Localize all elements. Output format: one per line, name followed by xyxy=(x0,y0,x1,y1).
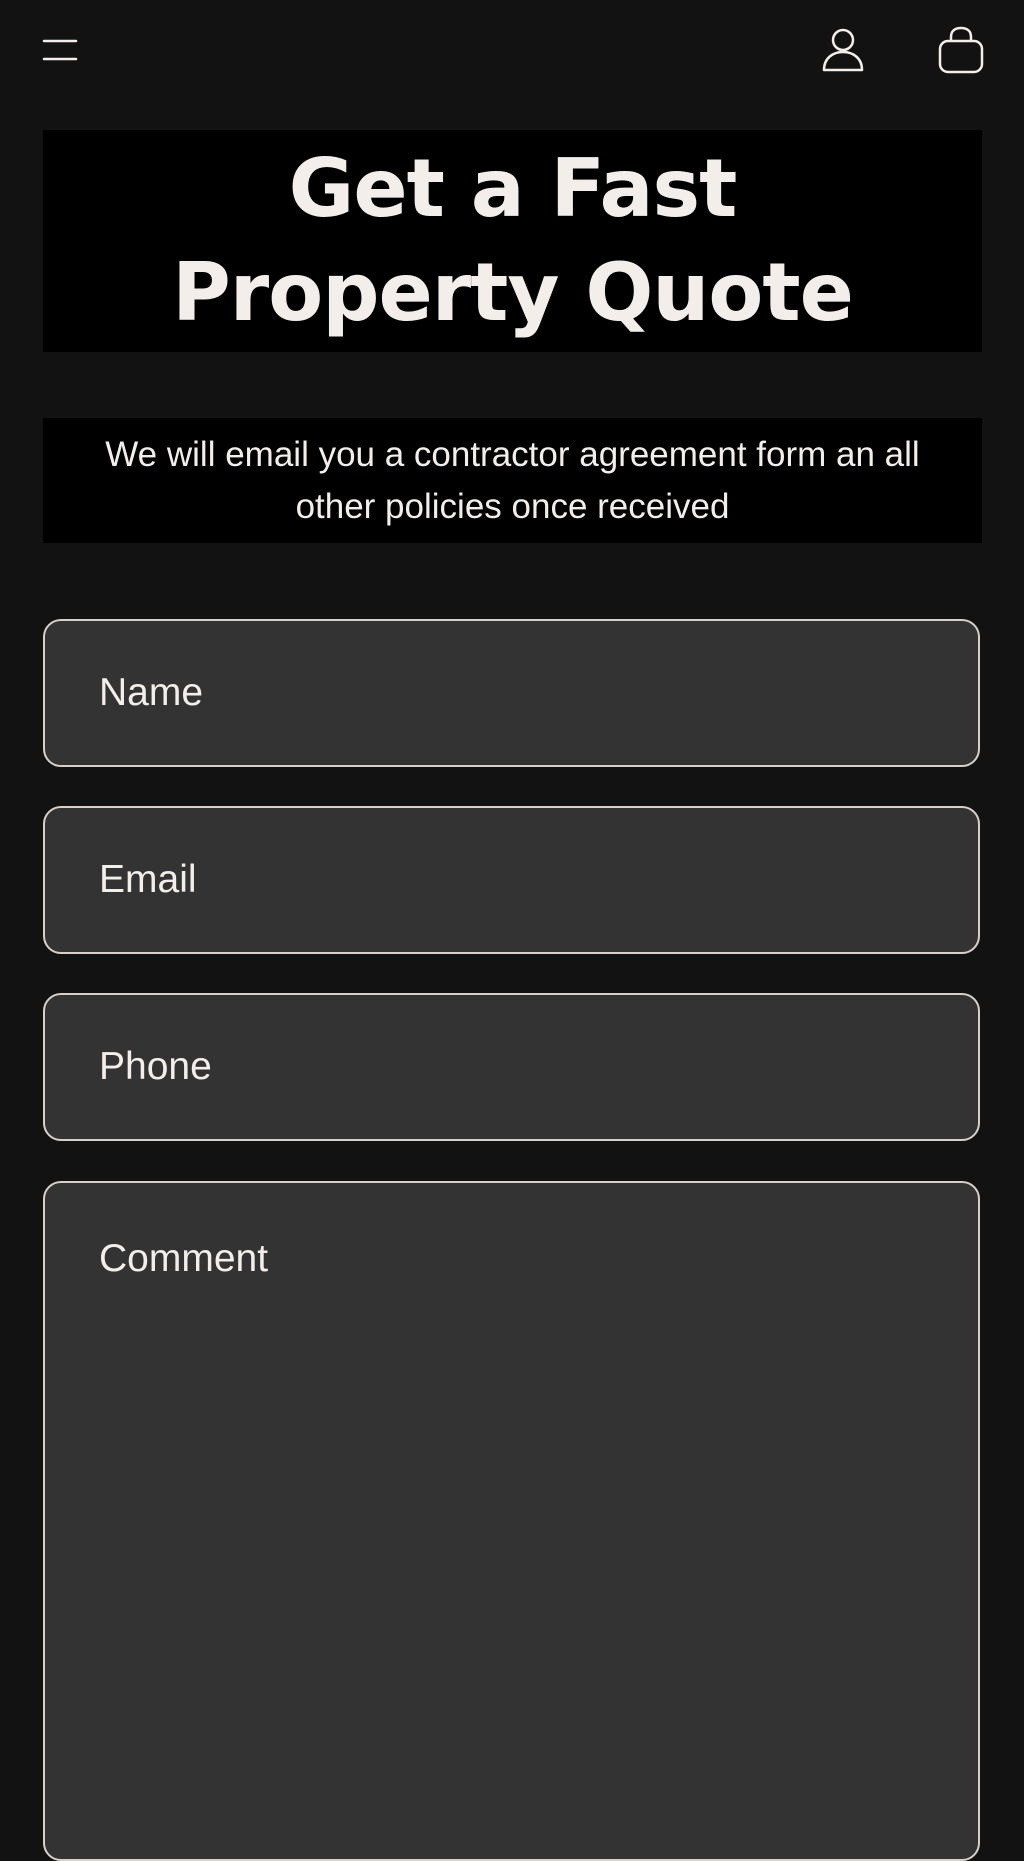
shopping-bag-icon xyxy=(938,26,984,74)
hero-title-banner: Get a Fast Property Quote xyxy=(43,130,982,352)
user-account-icon xyxy=(822,28,864,72)
menu-button[interactable] xyxy=(30,25,90,75)
account-button[interactable] xyxy=(812,20,874,80)
site-header xyxy=(0,0,1024,100)
phone-input[interactable] xyxy=(43,993,980,1141)
cart-button[interactable] xyxy=(930,20,992,80)
page-subtitle: We will email you a contractor agreement… xyxy=(105,434,920,526)
name-input[interactable] xyxy=(43,619,980,767)
comment-textarea[interactable] xyxy=(43,1181,980,1861)
email-input[interactable] xyxy=(43,806,980,954)
hero-subtitle-banner: We will email you a contractor agreement… xyxy=(43,418,982,543)
hamburger-menu-icon xyxy=(42,39,78,61)
page-title: Get a Fast Property Quote xyxy=(172,142,854,339)
